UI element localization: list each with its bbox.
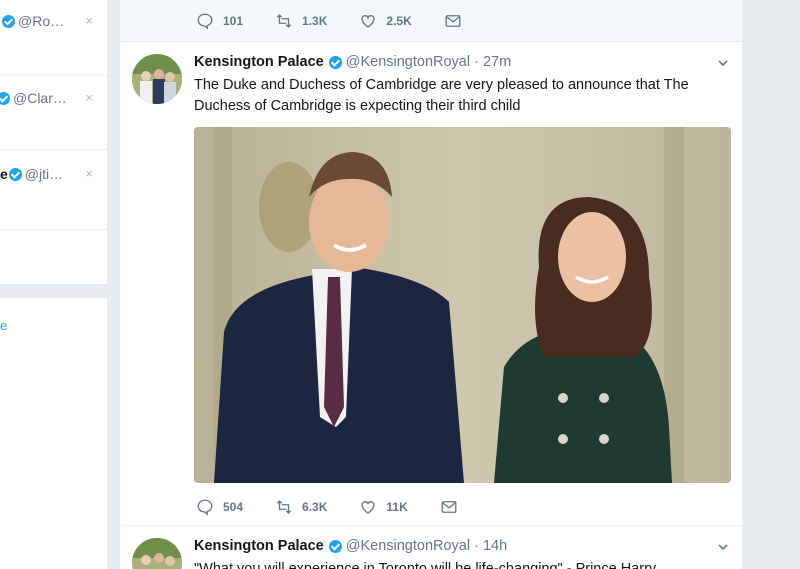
tweet-actions: 101 1.3K 2.5K xyxy=(196,12,471,30)
reply-button[interactable]: 504 xyxy=(196,498,243,516)
dismiss-icon[interactable]: × xyxy=(85,13,93,28)
reply-count: 504 xyxy=(223,500,244,514)
suggestion-handle: @Clar… xyxy=(13,90,67,106)
like-count: 11K xyxy=(386,500,408,514)
reply-count: 101 xyxy=(223,14,244,28)
tweet-header: Kensington Palace @KensingtonRoyal · 14h xyxy=(194,538,507,554)
retweet-icon xyxy=(276,500,292,514)
account-handle[interactable]: @KensingtonRoyal xyxy=(346,54,470,70)
reply-icon xyxy=(197,13,213,30)
suggestion-handle: @Ro… xyxy=(18,13,65,29)
tweet[interactable]: Kensington Palace @KensingtonRoyal · 14h… xyxy=(120,526,742,569)
tweet-timestamp[interactable]: · 14h xyxy=(474,538,507,554)
verified-badge-icon xyxy=(8,167,22,181)
envelope-icon xyxy=(445,15,461,27)
follow-suggestion[interactable]: @Ro… × xyxy=(0,0,107,76)
tweet-header: Kensington Palace @KensingtonRoyal · 27m xyxy=(194,54,511,70)
retweet-icon xyxy=(276,14,292,28)
verified-badge-icon xyxy=(0,91,10,105)
tweet-actions: 504 6.3K 11K xyxy=(196,498,467,516)
timeline: 101 1.3K 2.5K Kensington Palace @Kensing… xyxy=(120,0,742,569)
verified-badge-icon xyxy=(328,539,342,553)
follow-suggestion[interactable]: e @jti… × xyxy=(0,150,107,230)
account-handle[interactable]: @KensingtonRoyal xyxy=(346,538,470,554)
avatar[interactable] xyxy=(132,538,182,569)
dismiss-icon[interactable]: × xyxy=(85,90,93,105)
account-name[interactable]: Kensington Palace xyxy=(194,538,324,554)
retweet-count: 6.3K xyxy=(302,500,328,514)
avatar[interactable] xyxy=(132,54,182,104)
direct-message-button[interactable] xyxy=(440,498,467,516)
envelope-icon xyxy=(441,501,457,513)
retweet-button[interactable]: 1.3K xyxy=(275,12,327,30)
chevron-down-icon[interactable] xyxy=(718,542,728,552)
direct-message-button[interactable] xyxy=(444,12,471,30)
who-to-follow-card: @Ro… × @Clar… × e @jti… × xyxy=(0,0,107,284)
retweet-count: 1.3K xyxy=(302,14,328,28)
tweet-text: The Duke and Duchess of Cambridge are ve… xyxy=(194,77,689,114)
follow-suggestion[interactable]: @Clar… × xyxy=(0,74,107,150)
like-count: 2.5K xyxy=(386,14,412,28)
verified-badge-icon xyxy=(2,14,15,28)
suggestion-handle: @jti… xyxy=(24,166,64,182)
reply-button[interactable]: 101 xyxy=(196,12,243,30)
heart-icon xyxy=(361,501,376,514)
left-sidebar: @Ro… × @Clar… × e @jti… × e xyxy=(0,0,107,569)
verified-badge-icon xyxy=(328,55,342,69)
heart-icon xyxy=(361,15,376,28)
chevron-down-icon[interactable] xyxy=(718,58,728,68)
tweet-photo[interactable] xyxy=(194,127,731,483)
suggestion-name: e xyxy=(0,166,8,182)
sidebar-link[interactable]: e xyxy=(0,318,7,333)
previous-tweet[interactable]: 101 1.3K 2.5K xyxy=(120,0,742,42)
reply-icon xyxy=(197,499,213,516)
tweet-timestamp[interactable]: · 27m xyxy=(474,54,511,70)
retweet-button[interactable]: 6.3K xyxy=(275,498,327,516)
like-button[interactable]: 11K xyxy=(359,498,408,516)
tweet-text: "What you will experience in Toronto wil… xyxy=(194,561,657,569)
account-name[interactable]: Kensington Palace xyxy=(194,54,324,70)
like-button[interactable]: 2.5K xyxy=(359,12,412,30)
sidebar-card: e xyxy=(0,298,107,569)
dismiss-icon[interactable]: × xyxy=(85,166,93,181)
tweet[interactable]: Kensington Palace @KensingtonRoyal · 27m… xyxy=(120,42,742,526)
